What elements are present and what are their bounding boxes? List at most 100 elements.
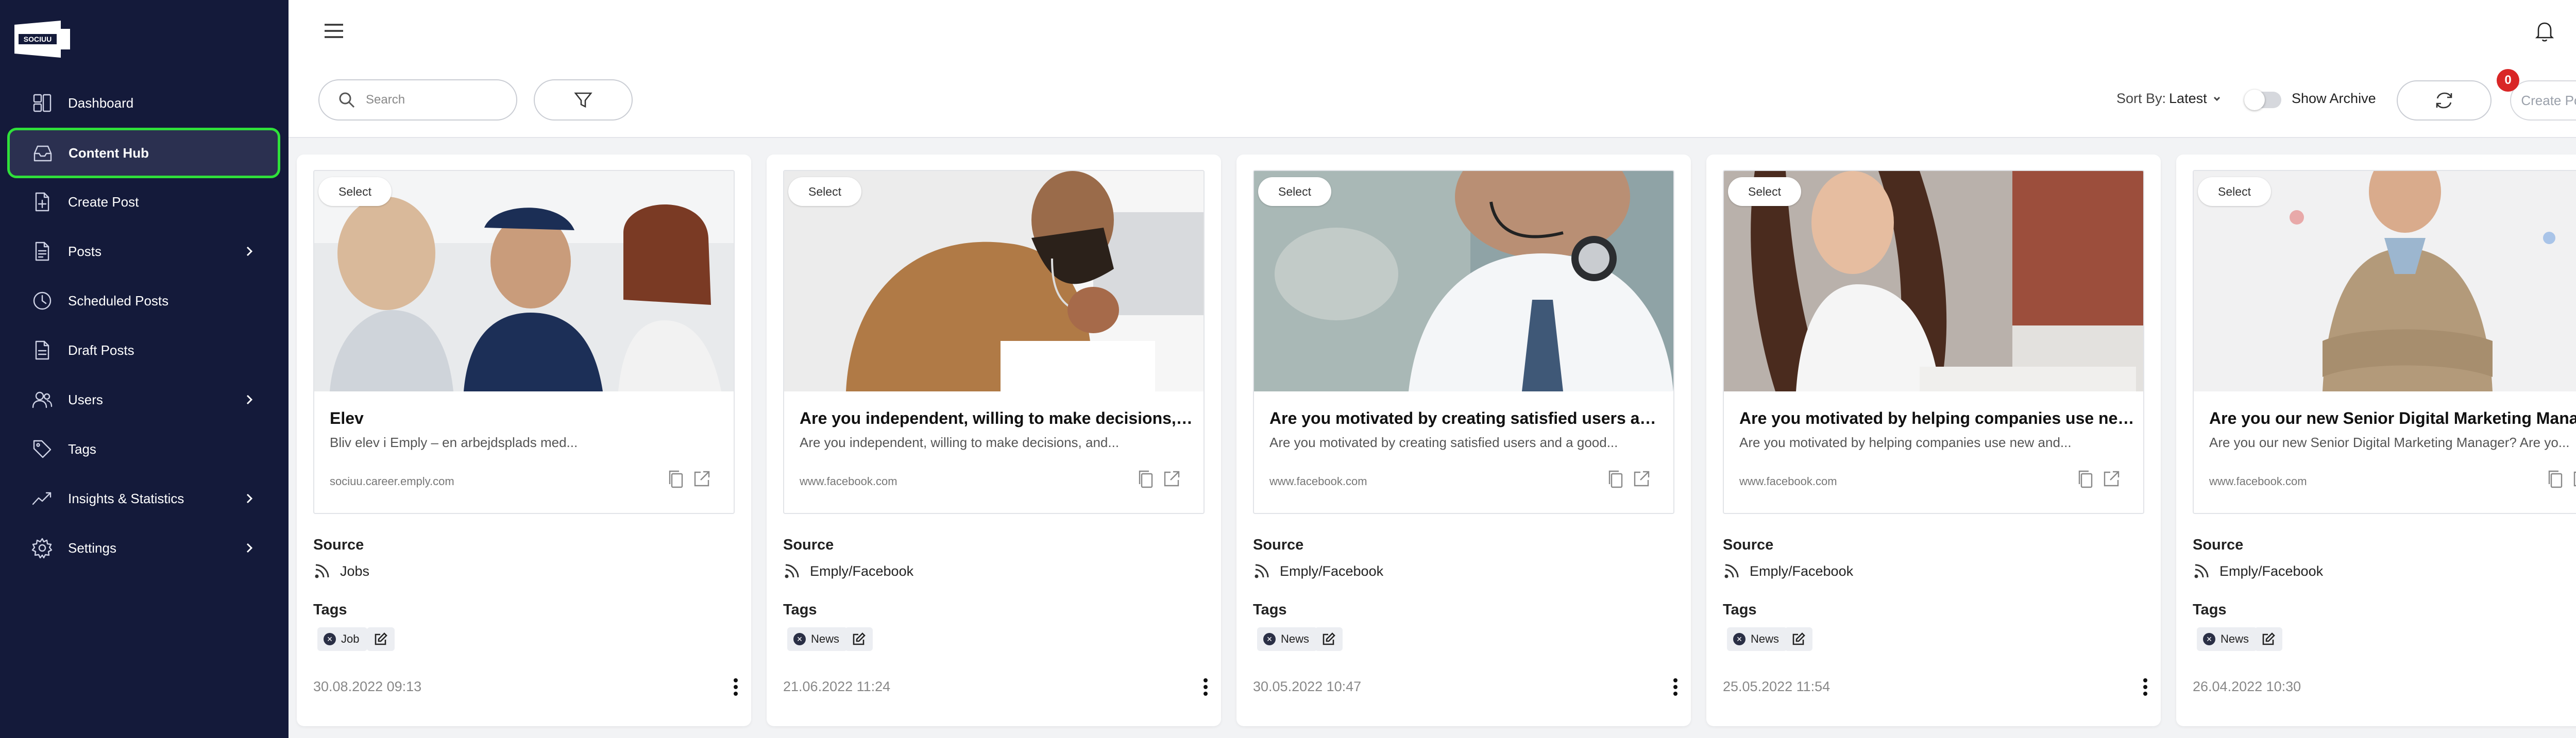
tag-label: News: [811, 632, 840, 645]
open-external-icon[interactable]: [692, 470, 711, 488]
sort-value: Latest: [2169, 91, 2207, 106]
rss-icon: [315, 564, 329, 578]
sidebar-item-label: Users: [68, 391, 103, 407]
tag-icon: [30, 437, 55, 461]
source-label: Source: [783, 537, 834, 553]
tag-chip[interactable]: × Job: [317, 627, 368, 651]
copy-icon[interactable]: [2076, 469, 2094, 489]
search-box[interactable]: [318, 79, 517, 121]
sidebar-item-users[interactable]: Users: [0, 375, 289, 424]
remove-tag-icon[interactable]: ×: [324, 633, 336, 645]
edit-tags-button[interactable]: [367, 627, 395, 651]
sidebar-item-content-hub[interactable]: Content Hub: [7, 128, 280, 178]
post-description: Are you motivated by helping companies u…: [1739, 435, 2072, 450]
post-url: www.facebook.com: [2209, 475, 2307, 488]
svg-text:SOCIUU: SOCIUU: [24, 35, 52, 43]
content-card[interactable]: Select Are you our new Senior Digital Ma…: [2176, 155, 2576, 726]
sort-dropdown[interactable]: Sort By: Latest: [2116, 91, 2222, 107]
sidebar-item-settings[interactable]: Settings: [0, 523, 289, 573]
select-button[interactable]: Select: [1258, 177, 1331, 206]
sidebar-item-label: Content Hub: [69, 145, 149, 161]
more-options-icon[interactable]: [1669, 677, 1682, 697]
source-row: Emply/Facebook: [2193, 562, 2323, 580]
chevron-right-icon: [242, 491, 257, 506]
sidebar-item-label: Settings: [68, 540, 116, 556]
copy-icon[interactable]: [2546, 469, 2564, 489]
filter-button[interactable]: [534, 79, 633, 121]
menu-toggle-icon[interactable]: [323, 21, 345, 41]
source-row: Emply/Facebook: [1253, 562, 1383, 580]
more-options-icon[interactable]: [1199, 677, 1212, 697]
edit-icon: [375, 632, 387, 645]
link-preview[interactable]: Select Elev Bliv elev i Emply – en arbej…: [313, 170, 735, 514]
sidebar-item-label: Scheduled Posts: [68, 293, 169, 308]
link-preview[interactable]: Select Are you motivated by helping comp…: [1723, 170, 2144, 514]
open-external-icon[interactable]: [1632, 470, 1651, 488]
sort-label: Sort By:: [2116, 91, 2166, 106]
content-card[interactable]: Select Elev Bliv elev i Emply – en arbej…: [297, 155, 751, 726]
sidebar-item-label: Dashboard: [68, 95, 134, 111]
sidebar: SOCIUU Dashboard Content Hub Create Post…: [0, 0, 289, 738]
sociuu-logo[interactable]: SOCIUU: [11, 20, 73, 59]
add-document-icon: [30, 190, 55, 214]
sidebar-item-insights[interactable]: Insights & Statistics: [0, 474, 289, 523]
edit-tags-button[interactable]: [1315, 627, 1343, 651]
remove-tag-icon[interactable]: ×: [793, 633, 806, 645]
remove-tag-icon[interactable]: ×: [1733, 633, 1745, 645]
source-row: Emply/Facebook: [1723, 562, 1853, 580]
create-post-button[interactable]: Create Post: [2510, 80, 2576, 121]
show-archive-toggle[interactable]: [2244, 90, 2281, 110]
open-external-icon[interactable]: [2572, 470, 2576, 488]
remove-tag-icon[interactable]: ×: [2203, 633, 2215, 645]
content-card[interactable]: Select Are you independent, willing to m…: [767, 155, 1221, 726]
sidebar-item-tags[interactable]: Tags: [0, 424, 289, 474]
more-options-icon[interactable]: [2139, 677, 2151, 697]
select-button[interactable]: Select: [318, 177, 392, 206]
gear-icon: [30, 536, 55, 560]
tag-chip[interactable]: × News: [1727, 627, 1788, 651]
tags-label: Tags: [783, 602, 817, 618]
refresh-button[interactable]: [2397, 80, 2492, 121]
edit-tags-button[interactable]: [1785, 627, 1812, 651]
link-preview[interactable]: Select Are you independent, willing to m…: [783, 170, 1205, 514]
tag-chip[interactable]: × News: [2197, 627, 2258, 651]
tag-chip[interactable]: × News: [1257, 627, 1318, 651]
source-name: Emply/Facebook: [1750, 563, 1854, 579]
filter-funnel-icon: [574, 92, 592, 108]
content-card[interactable]: Select Are you motivated by creating sat…: [1236, 155, 1691, 726]
show-archive-label: Show Archive: [2292, 91, 2376, 106]
copy-icon[interactable]: [1137, 469, 1154, 489]
sidebar-item-draft-posts[interactable]: Draft Posts: [0, 325, 289, 375]
post-url: www.facebook.com: [1269, 475, 1367, 488]
link-preview[interactable]: Select Are you motivated by creating sat…: [1253, 170, 1674, 514]
sidebar-item-create-post[interactable]: Create Post: [0, 177, 289, 227]
source-name: Emply/Facebook: [1280, 563, 1384, 579]
remove-tag-icon[interactable]: ×: [1263, 633, 1276, 645]
sidebar-item-dashboard[interactable]: Dashboard: [0, 78, 289, 128]
inbox-icon: [30, 141, 55, 165]
search-input[interactable]: [366, 93, 500, 107]
select-button[interactable]: Select: [788, 177, 861, 206]
copy-icon[interactable]: [667, 469, 684, 489]
post-url: www.facebook.com: [800, 475, 897, 488]
more-options-icon[interactable]: [730, 677, 742, 697]
open-external-icon[interactable]: [1162, 470, 1181, 488]
edit-tags-button[interactable]: [845, 627, 873, 651]
document-icon: [30, 239, 55, 264]
post-title: Are you motivated by creating satisfied …: [1269, 409, 1666, 427]
select-button[interactable]: Select: [2198, 177, 2271, 206]
content-card[interactable]: Select Are you motivated by helping comp…: [1706, 155, 2161, 726]
link-preview[interactable]: Select Are you our new Senior Digital Ma…: [2193, 170, 2576, 514]
tag-chip[interactable]: × News: [787, 627, 848, 651]
rss-icon: [1255, 564, 1269, 578]
sidebar-item-scheduled-posts[interactable]: Scheduled Posts: [0, 276, 289, 325]
toggle-knob: [2244, 90, 2265, 110]
notification-bell-icon[interactable]: [2532, 19, 2557, 43]
sidebar-item-posts[interactable]: Posts: [0, 227, 289, 276]
copy-icon[interactable]: [1606, 469, 1624, 489]
source-row: Jobs: [313, 562, 369, 580]
open-external-icon[interactable]: [2102, 470, 2121, 488]
select-button[interactable]: Select: [1728, 177, 1801, 206]
edit-tags-button[interactable]: [2255, 627, 2282, 651]
chevron-right-icon: [242, 244, 257, 259]
